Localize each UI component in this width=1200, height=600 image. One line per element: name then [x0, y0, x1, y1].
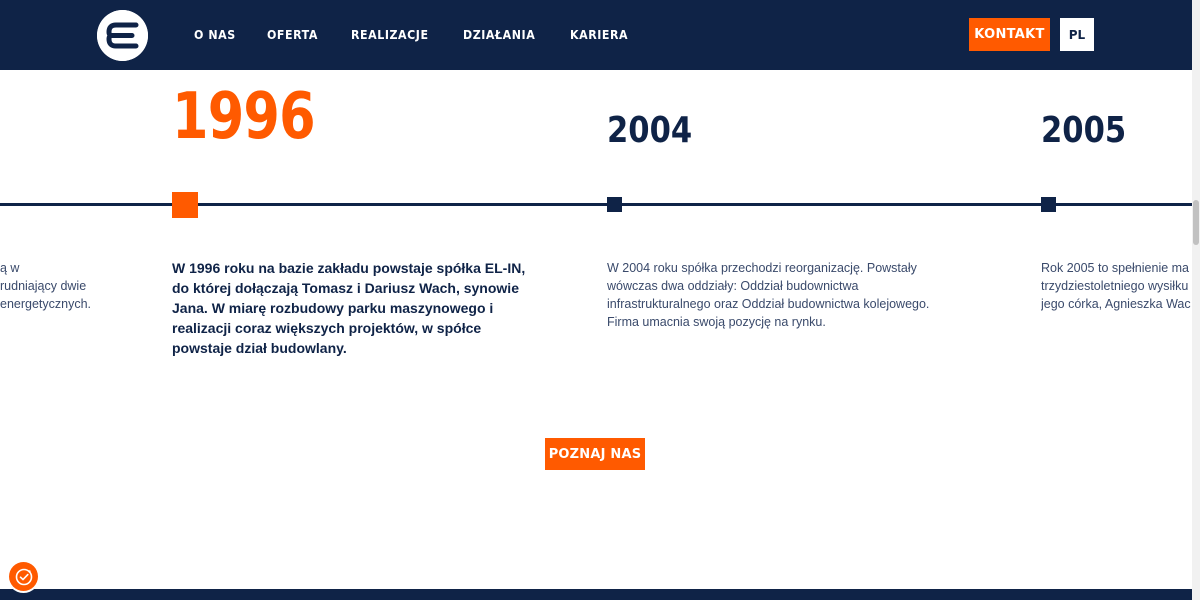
- site-header: O NAS OFERTA REALIZACJE DZIAŁANIA KARIER…: [0, 0, 1192, 70]
- timeline-text-previous: ą w rudniający dwie energetycznych.: [0, 261, 92, 311]
- language-button[interactable]: PL: [1060, 18, 1094, 51]
- nav-item-oferta[interactable]: OFERTA: [267, 28, 318, 42]
- timeline-text-2004: W 2004 roku spółka przechodzi reorganiza…: [607, 261, 930, 329]
- timeline-text-2005: Rok 2005 to spełnienie ma trzydziestolet…: [1041, 261, 1191, 311]
- footer-band: [0, 589, 1192, 600]
- nav-item-o-nas[interactable]: O NAS: [194, 28, 236, 42]
- cookie-icon[interactable]: [9, 562, 38, 591]
- timeline-year-2005: 2005: [1041, 110, 1127, 151]
- nav-item-kariera[interactable]: KARIERA: [570, 28, 628, 42]
- contact-button[interactable]: KONTAKT: [969, 18, 1050, 51]
- timeline-year-2004: 2004: [607, 110, 693, 151]
- about-us-button[interactable]: POZNAJ NAS: [545, 438, 645, 470]
- history-timeline: 1996 2004 2005 ą w rudniający dwie energ…: [0, 70, 1192, 590]
- timeline-year-1996: 1996: [172, 80, 316, 154]
- timeline-text-1996: W 1996 roku na bazie zakładu powstaje sp…: [172, 260, 526, 356]
- scrollbar-thumb[interactable]: [1193, 200, 1199, 245]
- timeline-marker-active[interactable]: [172, 192, 198, 218]
- timeline-marker-2004[interactable]: [607, 197, 622, 212]
- nav-item-realizacje[interactable]: REALIZACJE: [351, 28, 429, 42]
- main-nav: O NAS OFERTA REALIZACJE DZIAŁANIA KARIER…: [194, 0, 661, 70]
- nav-item-dzialania[interactable]: DZIAŁANIA: [463, 28, 535, 42]
- el-in-logo-icon[interactable]: [97, 10, 148, 61]
- page-scrollbar[interactable]: [1192, 0, 1200, 600]
- timeline-marker-2005[interactable]: [1041, 197, 1056, 212]
